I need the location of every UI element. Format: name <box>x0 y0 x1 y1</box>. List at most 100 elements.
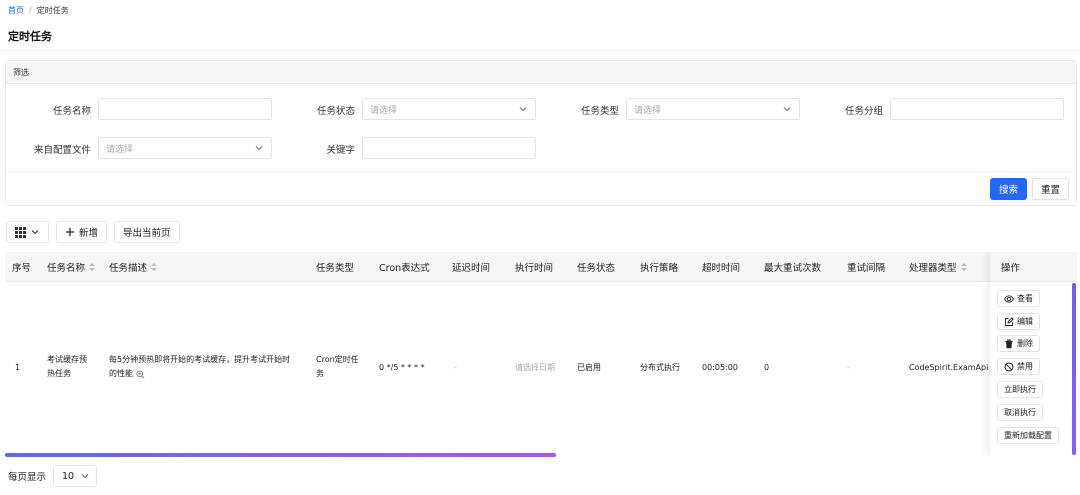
cell-desc-line2: 的性能 <box>109 369 133 378</box>
search-button[interactable]: 搜索 <box>990 178 1027 200</box>
keyword-input[interactable] <box>362 137 536 159</box>
breadcrumb-separator: / <box>29 5 32 15</box>
col-delay-label: 延迟时间 <box>452 263 491 274</box>
page-size-label: 每页显示 <box>8 472 47 483</box>
cell-strategy: 分布式执行 <box>640 363 680 372</box>
eye-icon <box>1004 294 1014 303</box>
horizontal-scrollbar[interactable] <box>5 453 556 457</box>
column-settings-button[interactable] <box>6 221 49 243</box>
delete-button[interactable]: 删除 <box>997 335 1040 352</box>
col-timeout-label: 超时时间 <box>702 263 741 274</box>
cell-name-line1: 考试缓存预 <box>47 355 87 364</box>
breadcrumb-current: 定时任务 <box>36 5 69 15</box>
sort-icon[interactable] <box>89 262 96 272</box>
col-ops-label: 操作 <box>990 252 1077 282</box>
filter-footer-divider <box>6 171 1076 172</box>
chevron-down-icon <box>519 107 527 112</box>
edit-button[interactable]: 编辑 <box>997 313 1040 330</box>
cancel-run-button[interactable]: 取消执行 <box>997 404 1043 421</box>
from-config-placeholder: 请选择 <box>106 144 134 155</box>
trash-icon <box>1005 339 1013 348</box>
cell-handler: CodeSpirit.ExamApi.Ta <box>909 363 989 372</box>
sort-icon[interactable] <box>960 262 967 272</box>
vertical-scrollbar[interactable] <box>1072 283 1076 455</box>
col-name-label: 任务名称 <box>47 263 86 274</box>
col-strategy: 执行策略 <box>640 252 678 282</box>
operations-column: 操作 查看 编辑 删除 禁用 立即执行 取消执行 重新加载配置 <box>990 252 1077 456</box>
sort-icon[interactable] <box>151 262 158 272</box>
table-toolbar: 新增 导出当前页 <box>6 221 180 243</box>
page-size-select[interactable]: 10 <box>53 465 98 487</box>
from-config-select[interactable]: 请选择 <box>98 137 272 159</box>
col-index-label: 序号 <box>12 263 32 274</box>
col-type-label: 任务类型 <box>316 263 355 274</box>
task-status-label: 任务状态 <box>316 106 355 117</box>
breadcrumb: 首页 / 定时任务 <box>8 4 69 16</box>
pagination: 每页显示 10 <box>8 465 98 487</box>
chevron-down-icon <box>31 230 39 235</box>
cell-desc: 每5分钟预热即将开始的考试缓存，提升考试开始时 的性能 <box>109 353 309 381</box>
cell-timeout: 00:05:00 <box>702 363 738 372</box>
reload-config-label: 重新加载配置 <box>1004 431 1052 440</box>
col-timeout: 超时时间 <box>702 252 740 282</box>
reset-button[interactable]: 重置 <box>1032 178 1069 200</box>
task-group-input[interactable] <box>890 98 1064 120</box>
task-type-select[interactable]: 请选择 <box>626 98 800 120</box>
chevron-down-icon <box>81 474 89 479</box>
col-type: 任务类型 <box>316 252 354 282</box>
view-label: 查看 <box>1017 294 1033 303</box>
col-max-retry: 最大重试次数 <box>764 252 821 282</box>
zoom-in-icon[interactable] <box>136 369 145 379</box>
col-desc[interactable]: 任务描述 <box>109 252 158 282</box>
col-exec-time: 执行时间 <box>515 252 553 282</box>
cell-name: 考试缓存预 热任务 <box>47 353 87 381</box>
reload-config-button[interactable]: 重新加载配置 <box>997 427 1059 444</box>
grid-icon <box>15 226 26 238</box>
plus-icon <box>66 228 74 236</box>
cell-status: 已启用 <box>577 363 601 372</box>
cell-max-retry: 0 <box>764 363 770 372</box>
task-type-placeholder: 请选择 <box>634 105 662 116</box>
cell-type: Cron定时任 务 <box>316 353 359 381</box>
breadcrumb-home-link[interactable]: 首页 <box>8 5 24 16</box>
view-button[interactable]: 查看 <box>997 290 1040 307</box>
col-cron: Cron表达式 <box>379 252 430 282</box>
col-handler[interactable]: 处理器类型 <box>909 252 967 282</box>
keyword-label: 关键字 <box>326 145 355 156</box>
col-strategy-label: 执行策略 <box>640 263 679 274</box>
cell-type-line1: Cron定时任 <box>316 355 359 364</box>
task-type-label: 任务类型 <box>580 106 619 117</box>
cell-retry-interval: - <box>847 363 850 372</box>
disable-button[interactable]: 禁用 <box>997 358 1040 375</box>
disable-label: 禁用 <box>1017 362 1033 371</box>
export-page-label: 导出当前页 <box>123 228 171 239</box>
cell-exec-time: 请选择日期 <box>515 363 555 372</box>
filter-panel: 筛选 任务名称 任务状态 请选择 任务类型 请选择 任务分组 来自配置文件 请选… <box>5 60 1077 206</box>
col-name[interactable]: 任务名称 <box>47 252 96 282</box>
task-name-input[interactable] <box>98 98 272 120</box>
from-config-label: 来自配置文件 <box>33 145 91 156</box>
col-max-retry-label: 最大重试次数 <box>764 263 822 274</box>
ban-icon <box>1004 362 1014 371</box>
cell-delay: - <box>454 363 457 372</box>
col-cron-label: Cron表达式 <box>379 263 430 274</box>
task-status-select[interactable]: 请选择 <box>362 98 536 120</box>
run-now-label: 立即执行 <box>1004 385 1036 394</box>
filter-header: 筛选 <box>6 61 1076 84</box>
col-retry-interval-label: 重试间隔 <box>847 263 886 274</box>
chevron-down-icon <box>783 107 791 112</box>
chevron-down-icon <box>255 146 263 151</box>
task-status-placeholder: 请选择 <box>370 105 398 116</box>
task-group-label: 任务分组 <box>844 106 883 117</box>
col-status: 任务状态 <box>577 252 615 282</box>
add-task-button[interactable]: 新增 <box>56 221 108 243</box>
col-handler-label: 处理器类型 <box>909 263 957 274</box>
table-header: 序号 任务名称 任务描述 任务类型 Cron表达式 延迟时间 执行时间 任务状态… <box>5 252 1077 282</box>
run-now-button[interactable]: 立即执行 <box>997 381 1043 398</box>
cell-name-line2: 热任务 <box>47 369 71 378</box>
add-task-label: 新增 <box>79 228 99 239</box>
export-page-button[interactable]: 导出当前页 <box>114 221 180 243</box>
edit-label: 编辑 <box>1017 317 1033 326</box>
col-retry-interval: 重试间隔 <box>847 252 885 282</box>
task-table: 序号 任务名称 任务描述 任务类型 Cron表达式 延迟时间 执行时间 任务状态… <box>5 252 1077 456</box>
